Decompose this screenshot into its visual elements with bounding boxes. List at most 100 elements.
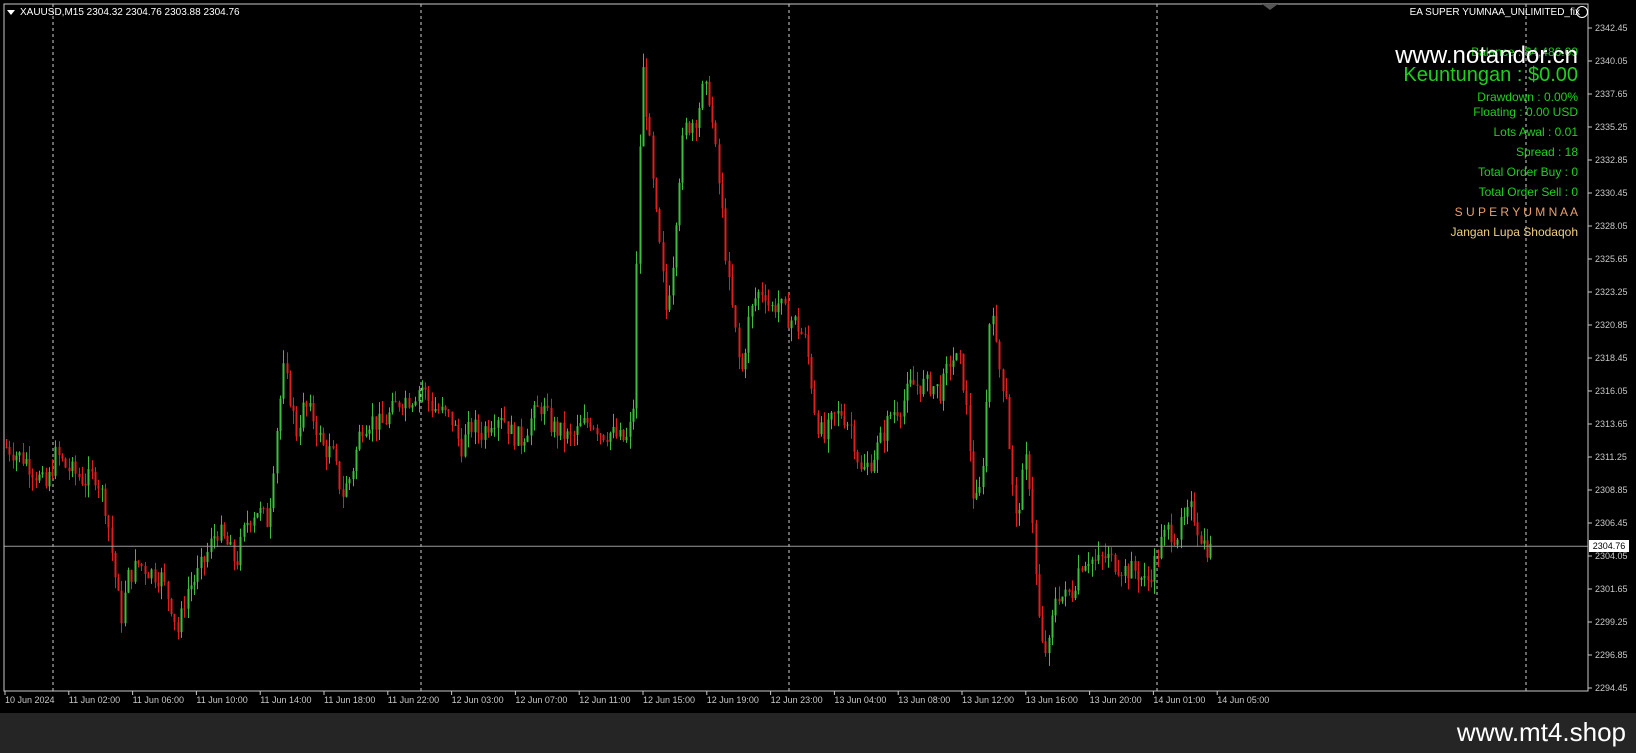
candle-body [1150, 579, 1153, 582]
candle-body [1084, 565, 1087, 571]
candle-body [1081, 568, 1084, 571]
x-tick-label: 13 Jun 20:00 [1090, 695, 1142, 705]
candle-body [866, 462, 869, 467]
candle-body [543, 405, 546, 415]
y-tick-label: 2335.25 [1595, 122, 1628, 132]
price-chart[interactable]: 2342.45 2340.05 2337.65 2335.25 2332.85 2330.… [0, 0, 1636, 713]
y-tick-label: 2306.45 [1595, 518, 1628, 528]
spread-text: Spread : 18 [1515, 145, 1578, 159]
candle-body [497, 420, 500, 428]
candle-body [160, 572, 163, 587]
candle-body [5, 446, 8, 448]
candle-body [1163, 529, 1166, 537]
candle-body [952, 360, 955, 367]
x-tick-label: 13 Jun 04:00 [834, 695, 886, 705]
candle-body [484, 426, 487, 440]
x-tick-label: 11 Jun 18:00 [324, 695, 375, 705]
candle-body [711, 105, 714, 123]
candle-body [916, 384, 919, 386]
candle-body [41, 472, 44, 475]
candle-body [371, 416, 374, 430]
candle-body [833, 412, 836, 414]
candle-body [1041, 616, 1044, 642]
candle-body [361, 431, 364, 437]
candle-body [147, 574, 150, 579]
candle-body [94, 471, 97, 486]
candle-body [975, 492, 978, 499]
candle-body [1018, 509, 1021, 514]
candle-body [437, 409, 440, 411]
candle-body [134, 560, 137, 582]
candle-body [104, 488, 107, 516]
candle-body [1196, 522, 1199, 536]
candle-body [1176, 539, 1179, 545]
y-tick-label: 2323.25 [1595, 287, 1628, 297]
candle-body [658, 209, 661, 243]
candle-body [771, 305, 774, 307]
candle-body [315, 421, 318, 436]
candle-body [216, 536, 219, 541]
candle-body [955, 353, 958, 361]
candle-body [800, 331, 803, 335]
candle-body [272, 473, 275, 509]
candle-body [352, 471, 355, 480]
smiley-icon[interactable] [1576, 6, 1588, 18]
candle-body [394, 400, 397, 403]
y-tick-label: 2320.85 [1595, 320, 1628, 330]
candle-body [886, 415, 889, 441]
candle-body [721, 183, 724, 209]
candle-body [451, 411, 454, 426]
candle-body [87, 469, 90, 486]
candle-body [830, 412, 833, 420]
candle-body [1110, 553, 1113, 555]
y-tick-label: 2304.05 [1595, 551, 1628, 561]
candle-body [500, 418, 503, 421]
candle-body [1140, 577, 1143, 580]
candle-body [840, 410, 843, 416]
candle-body [127, 569, 130, 593]
candle-body [1058, 598, 1061, 602]
candle-body [1186, 507, 1189, 517]
candle-body [170, 598, 173, 614]
candle-body [1203, 540, 1206, 544]
candle-body [738, 327, 741, 358]
candle-body [672, 267, 675, 296]
y-tick-label: 2294.45 [1595, 683, 1628, 693]
candle-body [708, 81, 711, 106]
candle-body [718, 144, 721, 184]
candle-body [751, 305, 754, 317]
candle-body [243, 524, 246, 537]
candle-body [1038, 574, 1041, 617]
symbol-info: XAUUSD,M15 2304.32 2304.76 2303.88 2304.… [20, 7, 240, 18]
candle-body [662, 242, 665, 272]
x-tick-label: 13 Jun 08:00 [898, 695, 950, 705]
candle-body [180, 608, 183, 633]
candle-body [939, 384, 942, 401]
candle-body [8, 446, 11, 455]
candle-body [401, 407, 404, 409]
candle-body [876, 442, 879, 460]
y-tick-label: 2328.05 [1595, 221, 1628, 231]
y-tick-label: 2313.65 [1595, 419, 1628, 429]
candle-body [837, 410, 840, 414]
candle-body [1064, 589, 1067, 597]
candle-body [1035, 523, 1038, 575]
candle-body [1134, 560, 1137, 571]
candle-body [1130, 560, 1133, 579]
candle-body [124, 592, 127, 624]
candle-body [295, 410, 298, 437]
x-tick-label: 13 Jun 16:00 [1026, 695, 1078, 705]
candle-body [1094, 559, 1097, 561]
candle-body [767, 300, 770, 306]
candle-body [64, 458, 67, 468]
candle-body [1011, 448, 1014, 485]
candle-body [1061, 596, 1064, 602]
drawdown-text: Drawdown : 0.00% [1477, 90, 1578, 104]
candle-body [903, 400, 906, 417]
dropdown-arrow-icon[interactable] [7, 10, 15, 15]
candle-body [1160, 536, 1163, 559]
candle-body [421, 387, 424, 391]
y-tick-label: 2337.65 [1595, 89, 1628, 99]
candle-body [157, 582, 160, 587]
candle-body [487, 426, 490, 433]
